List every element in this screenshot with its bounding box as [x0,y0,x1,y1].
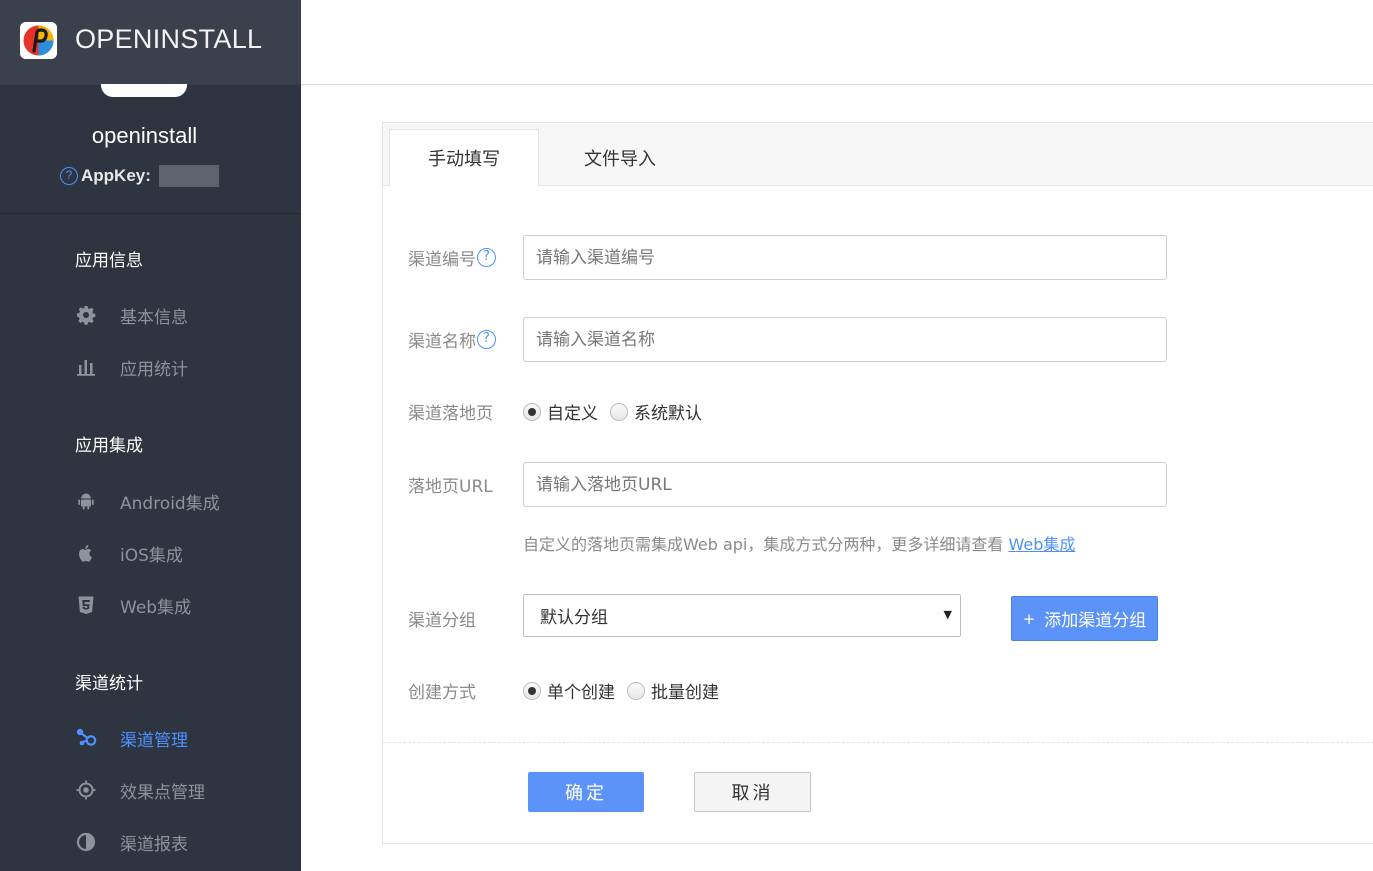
channel-no-input[interactable] [523,235,1167,280]
landing-page-label: 渠道落地页 [408,404,493,424]
sidebar-item-basic-info[interactable]: 基本信息 [75,300,188,330]
sidebar-item-web[interactable]: Web集成 [75,590,191,620]
sidebar-item-label: iOS集成 [120,545,183,566]
radio-single-create[interactable] [523,681,541,700]
sidebar-item-app-stats[interactable]: 应用统计 [75,352,188,382]
landing-url-input[interactable] [523,462,1167,507]
cancel-button[interactable]: 取消 [694,772,811,812]
avatar [101,84,187,97]
tabs-bar: 手动填写 文件导入 [383,123,1373,187]
channel-group-select[interactable]: 默认分组 ▼ [523,594,961,637]
sidebar-item-ios[interactable]: iOS集成 [75,538,183,568]
form-divider [383,742,1373,743]
create-mode-radio-group: 单个创建 批量创建 [523,678,731,703]
channel-name-label-text: 渠道名称 [408,332,476,352]
radio-system-default[interactable] [610,402,628,421]
nav-group-integration: 应用集成 [75,436,143,456]
appkey-row: ? AppKey: [60,164,219,188]
channel-no-label-text: 渠道编号 [408,250,476,270]
sidebar-item-channel-report[interactable]: 渠道报表 [75,827,188,857]
channel-name-label: 渠道名称 ? [408,327,496,352]
android-icon [75,490,97,512]
half-circle-icon [75,831,97,853]
sidebar-item-label: 基本信息 [120,307,188,328]
logo-bar: OPENINSTALL [0,0,301,85]
sidebar-item-channel-management[interactable]: 渠道管理 [75,723,188,753]
apple-icon [75,542,97,564]
add-channel-group-label: 添加渠道分组 [1044,611,1147,631]
nav-group-app-info: 应用信息 [75,251,143,271]
sidebar: OPENINSTALL openinstall ? AppKey: 应用信息 基… [0,0,301,871]
divider [0,213,301,214]
appkey-value-masked [158,165,219,187]
channel-name-input[interactable] [523,317,1167,362]
plus-icon: + [1022,609,1036,628]
openinstall-logo-icon[interactable] [20,22,57,59]
sidebar-item-android[interactable]: Android集成 [75,486,220,516]
hint-text: 自定义的落地页需集成Web api，集成方式分两种，更多详细请查看 [523,535,1009,554]
radio-system-default-label[interactable]: 系统默认 [634,399,702,424]
header-divider [301,84,1373,85]
tab-manual-entry[interactable]: 手动填写 [389,129,539,187]
logo-text: OPENINSTALL [75,24,263,54]
target-icon [75,779,97,801]
radio-single-create-label[interactable]: 单个创建 [547,678,615,703]
sidebar-item-label: 渠道管理 [120,730,188,751]
landing-page-radio-group: 自定义 系统默认 [523,399,714,424]
nav-group-channel-stats: 渠道统计 [75,674,143,694]
gear-icon [75,304,97,326]
help-icon[interactable]: ? [477,330,496,349]
sidebar-item-effect-points[interactable]: 效果点管理 [75,775,205,805]
caret-down-icon: ▼ [943,608,952,621]
radio-custom-label[interactable]: 自定义 [547,399,598,424]
channel-icon [75,727,97,749]
sidebar-item-label: Android集成 [120,493,220,514]
help-icon[interactable]: ? [477,248,496,267]
appkey-label: AppKey: [81,166,151,185]
sidebar-item-label: 应用统计 [120,359,188,380]
channel-group-label: 渠道分组 [408,611,476,631]
sidebar-item-label: 效果点管理 [120,782,205,803]
landing-url-hint: 自定义的落地页需集成Web api，集成方式分两种，更多详细请查看 Web集成 [523,531,1075,555]
add-channel-group-button[interactable]: + 添加渠道分组 [1011,596,1158,641]
radio-custom[interactable] [523,402,541,421]
bar-chart-icon [75,356,97,378]
landing-url-label: 落地页URL [408,477,493,497]
help-icon[interactable]: ? [60,167,78,185]
sidebar-item-label: Web集成 [120,597,192,618]
channel-group-selected: 默认分组 [540,608,608,628]
app-name: openinstall [91,123,198,148]
radio-batch-create[interactable] [627,681,645,700]
channel-no-label: 渠道编号 ? [408,245,496,270]
confirm-button[interactable]: 确定 [528,772,644,812]
tab-file-import[interactable]: 文件导入 [545,129,695,186]
create-mode-label: 创建方式 [408,683,476,703]
sidebar-item-label: 渠道报表 [120,834,188,855]
channel-form-card: 手动填写 文件导入 渠道编号 ? 渠道名称 ? 渠道落地页 自定义 系统默认 落… [382,122,1373,844]
html5-icon [75,594,97,616]
radio-batch-create-label[interactable]: 批量创建 [651,678,719,703]
web-integration-link[interactable]: Web集成 [1008,535,1075,554]
